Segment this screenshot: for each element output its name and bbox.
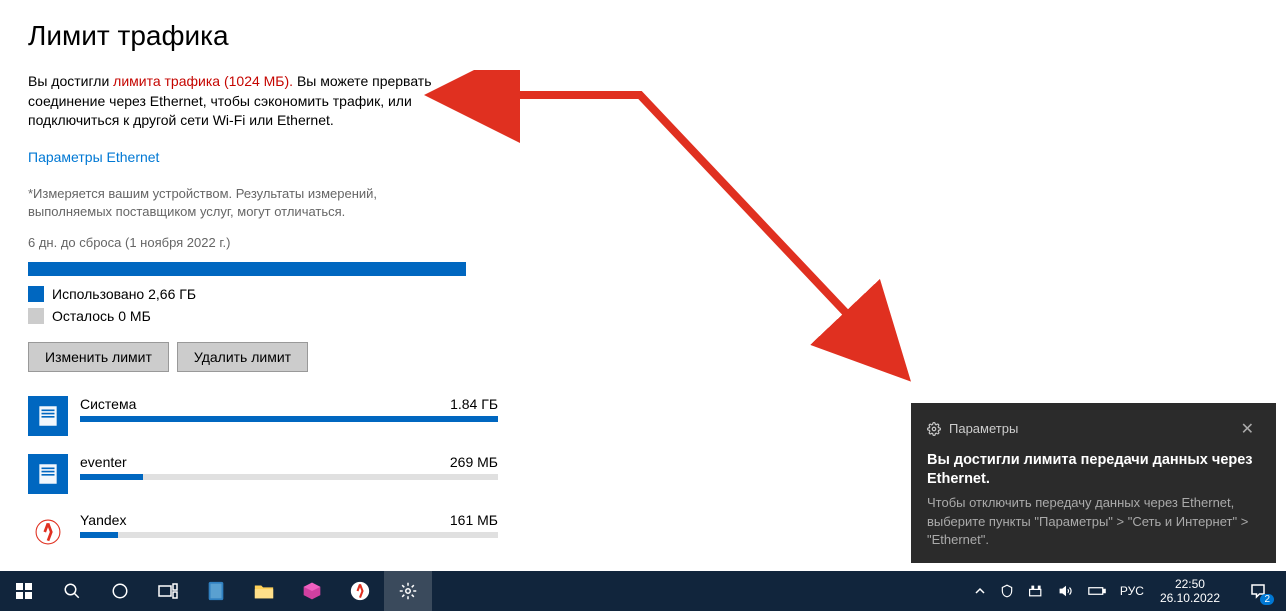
- search-button[interactable]: [48, 571, 96, 611]
- reset-countdown: 6 дн. до сброса (1 ноября 2022 г.): [28, 235, 1258, 250]
- taskbar-yandex[interactable]: [336, 571, 384, 611]
- taskbar-explorer[interactable]: [240, 571, 288, 611]
- app-name: Yandex: [80, 512, 126, 528]
- cortana-button[interactable]: [96, 571, 144, 611]
- task-view-button[interactable]: [144, 571, 192, 611]
- used-color-swatch: [28, 286, 44, 302]
- limit-reached-text: лимита трафика (1024 МБ).: [113, 73, 293, 89]
- notebook-icon: [205, 580, 227, 602]
- box-icon: [302, 581, 322, 601]
- action-center-button[interactable]: 2: [1236, 571, 1280, 611]
- close-icon[interactable]: ✕: [1235, 417, 1260, 441]
- taskbar: РУС 22:50 26.10.2022 2: [0, 571, 1286, 611]
- gear-icon: [927, 422, 941, 436]
- page-title: Лимит трафика: [28, 20, 1258, 52]
- app-name: Система: [80, 396, 136, 412]
- system-app-icon: [28, 454, 68, 494]
- usage-progress-bar: [28, 262, 466, 276]
- security-icon[interactable]: [1000, 584, 1014, 598]
- taskbar-clock[interactable]: 22:50 26.10.2022: [1154, 577, 1226, 606]
- notification-body: Чтобы отключить передачу данных через Et…: [927, 494, 1260, 549]
- notification-badge: 2: [1260, 594, 1274, 605]
- app-usage-value: 269 МБ: [450, 454, 498, 470]
- app-name: eventer: [80, 454, 127, 470]
- taskbar-app-1[interactable]: [192, 571, 240, 611]
- language-indicator[interactable]: РУС: [1120, 584, 1144, 598]
- app-usage-bar: [80, 416, 498, 422]
- app-usage-row[interactable]: eventer 269 МБ: [28, 454, 498, 494]
- change-limit-button[interactable]: Изменить лимит: [28, 342, 169, 372]
- limit-description: Вы достигли лимита трафика (1024 МБ). Вы…: [28, 72, 458, 131]
- cortana-icon: [111, 582, 129, 600]
- chevron-up-icon[interactable]: [974, 585, 986, 597]
- network-icon[interactable]: [1028, 584, 1044, 598]
- notification-title: Вы достигли лимита передачи данных через…: [927, 451, 1260, 489]
- taskbar-app-2[interactable]: [288, 571, 336, 611]
- notification-source: Параметры: [949, 421, 1018, 436]
- search-icon: [63, 582, 81, 600]
- system-app-icon: [28, 396, 68, 436]
- app-usage-row[interactable]: Система 1.84 ГБ: [28, 396, 498, 436]
- battery-icon[interactable]: [1088, 585, 1106, 597]
- app-usage-row[interactable]: Yandex 161 МБ: [28, 512, 498, 552]
- yandex-icon: [350, 581, 370, 601]
- delete-limit-button[interactable]: Удалить лимит: [177, 342, 308, 372]
- start-button[interactable]: [0, 571, 48, 611]
- measurement-note: *Измеряется вашим устройством. Результат…: [28, 185, 458, 221]
- app-usage-value: 1.84 ГБ: [450, 396, 498, 412]
- app-usage-bar: [80, 532, 498, 538]
- yandex-app-icon: [28, 512, 68, 552]
- volume-icon[interactable]: [1058, 584, 1074, 598]
- taskbar-settings[interactable]: [384, 571, 432, 611]
- app-usage-value: 161 МБ: [450, 512, 498, 528]
- notification-toast[interactable]: Параметры ✕ Вы достигли лимита передачи …: [911, 403, 1276, 563]
- task-view-icon: [158, 583, 178, 599]
- ethernet-settings-link[interactable]: Параметры Ethernet: [28, 149, 159, 165]
- gear-icon: [399, 582, 417, 600]
- windows-icon: [16, 583, 32, 599]
- folder-icon: [253, 581, 275, 601]
- remaining-color-swatch: [28, 308, 44, 324]
- app-usage-list: Система 1.84 ГБ eventer 269 МБ Yandex 161 МБ: [28, 396, 498, 552]
- app-usage-bar: [80, 474, 498, 480]
- remaining-legend: Осталось 0 МБ: [28, 308, 1258, 324]
- used-legend: Использовано 2,66 ГБ: [28, 286, 1258, 302]
